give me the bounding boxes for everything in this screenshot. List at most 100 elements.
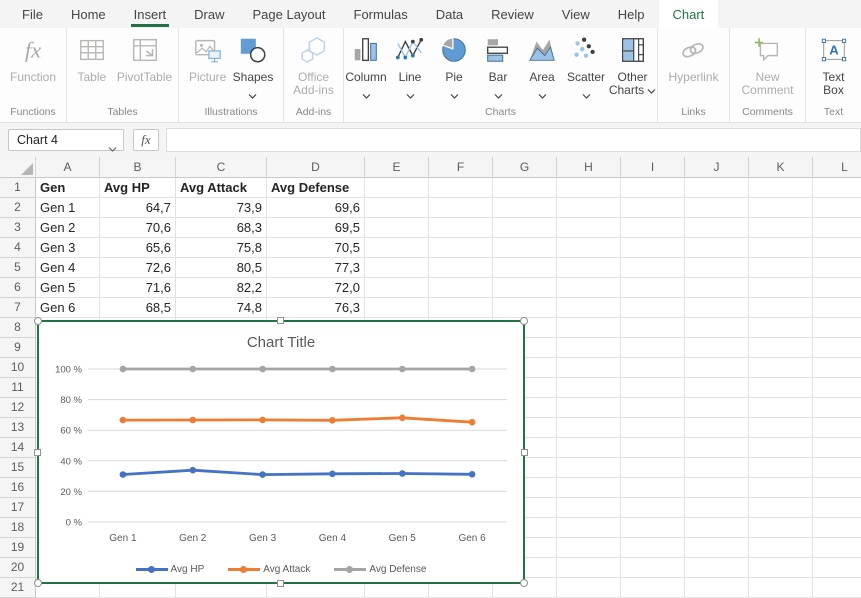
formula-input[interactable] xyxy=(166,128,861,152)
grid-cell[interactable] xyxy=(557,198,621,218)
column-header-b[interactable]: B xyxy=(100,157,176,178)
cell-D4[interactable]: 70,5 xyxy=(267,238,365,258)
grid-cell[interactable] xyxy=(749,358,813,378)
grid-cell[interactable] xyxy=(365,198,429,218)
grid-cell[interactable] xyxy=(685,398,749,418)
grid-cell[interactable] xyxy=(813,238,861,258)
grid-cell[interactable] xyxy=(621,198,685,218)
grid-cell[interactable] xyxy=(749,418,813,438)
data-point-marker[interactable] xyxy=(190,366,197,373)
grid-cell[interactable] xyxy=(621,438,685,458)
grid-cell[interactable] xyxy=(813,338,861,358)
row-header-21[interactable]: 21 xyxy=(0,578,36,598)
cell-C6[interactable]: 82,2 xyxy=(176,278,267,298)
grid-cell[interactable] xyxy=(813,218,861,238)
grid-cell[interactable] xyxy=(557,218,621,238)
grid-cell[interactable] xyxy=(557,298,621,318)
row-header-12[interactable]: 12 xyxy=(0,398,36,418)
grid-cell[interactable] xyxy=(621,358,685,378)
grid-cell[interactable] xyxy=(749,498,813,518)
cell-B2[interactable]: 64,7 xyxy=(100,198,176,218)
selection-handle[interactable] xyxy=(520,317,528,325)
selection-handle[interactable] xyxy=(34,317,42,325)
data-point-marker[interactable] xyxy=(120,366,127,373)
grid-cell[interactable] xyxy=(813,358,861,378)
data-point-marker[interactable] xyxy=(469,471,476,478)
grid-cell[interactable] xyxy=(557,238,621,258)
grid-cell[interactable] xyxy=(813,558,861,578)
grid-cell[interactable] xyxy=(621,578,685,598)
grid-cell[interactable] xyxy=(749,458,813,478)
grid-cell[interactable] xyxy=(429,278,493,298)
grid-cell[interactable] xyxy=(621,178,685,198)
grid-cell[interactable] xyxy=(749,218,813,238)
grid-cell[interactable] xyxy=(685,538,749,558)
grid-cell[interactable] xyxy=(429,218,493,238)
grid-cell[interactable] xyxy=(813,458,861,478)
grid-cell[interactable] xyxy=(557,178,621,198)
cell-A5[interactable]: Gen 4 xyxy=(36,258,100,278)
ribbon-button-pie[interactable]: Pie xyxy=(432,35,476,92)
menu-tab-help[interactable]: Help xyxy=(604,0,659,28)
grid-cell[interactable] xyxy=(557,498,621,518)
cell-B7[interactable]: 68,5 xyxy=(100,298,176,318)
row-header-8[interactable]: 8 xyxy=(0,318,36,338)
data-point-marker[interactable] xyxy=(469,366,476,373)
cell-D7[interactable]: 76,3 xyxy=(267,298,365,318)
grid-cell[interactable] xyxy=(493,178,557,198)
data-point-marker[interactable] xyxy=(120,417,127,424)
grid-cell[interactable] xyxy=(621,538,685,558)
grid-cell[interactable] xyxy=(685,438,749,458)
grid-cell[interactable] xyxy=(621,398,685,418)
select-all-corner[interactable] xyxy=(0,157,36,178)
grid-cell[interactable] xyxy=(429,298,493,318)
ribbon-button-text-box[interactable]: ATextBox xyxy=(812,35,856,97)
grid-cell[interactable] xyxy=(621,318,685,338)
series-line-avg-attack[interactable] xyxy=(123,418,472,422)
grid-cell[interactable] xyxy=(557,458,621,478)
grid-cell[interactable] xyxy=(365,298,429,318)
grid-cell[interactable] xyxy=(685,238,749,258)
row-header-9[interactable]: 9 xyxy=(0,338,36,358)
grid-cell[interactable] xyxy=(557,318,621,338)
cell-D3[interactable]: 69,5 xyxy=(267,218,365,238)
menu-tab-view[interactable]: View xyxy=(548,0,604,28)
row-header-15[interactable]: 15 xyxy=(0,458,36,478)
grid-cell[interactable] xyxy=(557,518,621,538)
data-point-marker[interactable] xyxy=(329,471,336,478)
grid-cell[interactable] xyxy=(813,438,861,458)
menu-tab-draw[interactable]: Draw xyxy=(180,0,238,28)
cell-C4[interactable]: 75,8 xyxy=(176,238,267,258)
row-header-2[interactable]: 2 xyxy=(0,198,36,218)
grid-cell[interactable] xyxy=(685,298,749,318)
row-header-10[interactable]: 10 xyxy=(0,358,36,378)
grid-cell[interactable] xyxy=(685,498,749,518)
column-header-a[interactable]: A xyxy=(36,157,100,178)
row-header-13[interactable]: 13 xyxy=(0,418,36,438)
grid-cell[interactable] xyxy=(557,358,621,378)
grid-cell[interactable] xyxy=(685,278,749,298)
grid-cell[interactable] xyxy=(813,318,861,338)
row-header-3[interactable]: 3 xyxy=(0,218,36,238)
data-point-marker[interactable] xyxy=(259,417,266,424)
grid-cell[interactable] xyxy=(813,258,861,278)
grid-cell[interactable] xyxy=(685,218,749,238)
grid-cell[interactable] xyxy=(493,298,557,318)
row-header-7[interactable]: 7 xyxy=(0,298,36,318)
menu-tab-insert[interactable]: Insert xyxy=(120,0,181,28)
grid-cell[interactable] xyxy=(621,238,685,258)
grid-cell[interactable] xyxy=(621,218,685,238)
cell-D6[interactable]: 72,0 xyxy=(267,278,365,298)
grid-cell[interactable] xyxy=(557,478,621,498)
grid-cell[interactable] xyxy=(749,578,813,598)
row-header-5[interactable]: 5 xyxy=(0,258,36,278)
menu-tab-page-layout[interactable]: Page Layout xyxy=(239,0,340,28)
menu-tab-chart[interactable]: Chart xyxy=(659,0,719,28)
data-point-marker[interactable] xyxy=(399,366,406,373)
cell-B6[interactable]: 71,6 xyxy=(100,278,176,298)
row-header-11[interactable]: 11 xyxy=(0,378,36,398)
column-header-f[interactable]: F xyxy=(429,157,493,178)
grid-cell[interactable] xyxy=(621,478,685,498)
menu-tab-formulas[interactable]: Formulas xyxy=(340,0,422,28)
data-point-marker[interactable] xyxy=(259,366,266,373)
